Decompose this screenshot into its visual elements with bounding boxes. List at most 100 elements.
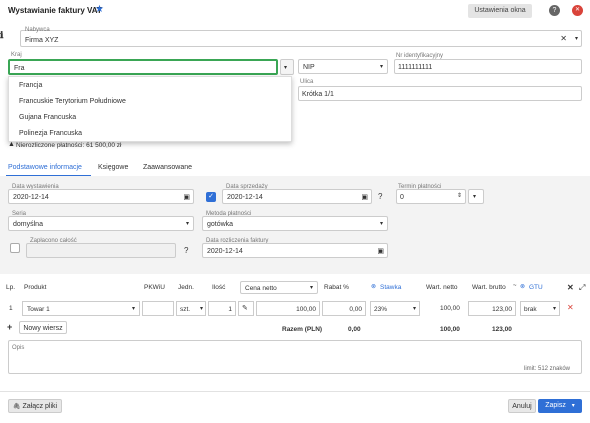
tab-basic[interactable]: Podstawowe informacje: [8, 164, 82, 171]
total-net: 100,00: [440, 326, 460, 333]
chevron-down-icon: ▾: [473, 194, 477, 200]
col-discount: Rabat %: [324, 284, 349, 291]
save-button[interactable]: Zapisz ▾: [538, 399, 582, 413]
nabywca-field[interactable]: Nabywca Firma XYZ ✕ ▾: [20, 27, 582, 47]
net-price-input[interactable]: 100,00: [256, 301, 320, 316]
settlement-date-input[interactable]: 2020-12-14 ▣: [202, 243, 388, 258]
star-icon[interactable]: ★: [95, 4, 104, 15]
gross-value-input[interactable]: 123,00: [468, 301, 516, 316]
cancel-button[interactable]: Anuluj: [508, 399, 536, 413]
pkwiu-input[interactable]: [142, 301, 174, 316]
product-select[interactable]: Towar 1 ▾: [22, 301, 140, 316]
close-icon[interactable]: ✕: [572, 5, 583, 16]
description-textarea[interactable]: Opis: [8, 340, 582, 374]
net-price-select[interactable]: Cena netto ▾: [240, 281, 318, 294]
paid-in-full-help[interactable]: ?: [184, 246, 188, 255]
kraj-dropdown-list: Francja Francuskie Terytorium Południowe…: [8, 76, 292, 142]
kraj-label: Kraj: [11, 52, 22, 58]
unpaid-warning: Nierozliczone płatności: 61 500,00 zł: [16, 142, 122, 149]
gtu-icon: ⊗: [520, 284, 526, 290]
delete-row-icon[interactable]: ✕: [567, 303, 574, 312]
total-label: Razem (PLN): [282, 326, 323, 333]
ulica-input[interactable]: Krótka 1/1: [298, 86, 582, 101]
add-row-button[interactable]: Nowy wiersz: [19, 321, 67, 334]
calendar-icon[interactable]: ▣: [183, 192, 190, 203]
unit-select[interactable]: szt. ▾: [176, 301, 206, 316]
save-label: Zapisz: [545, 402, 566, 409]
total-discount: 0,00: [348, 326, 361, 333]
chevron-down-icon[interactable]: ▾: [572, 403, 575, 409]
calendar-icon[interactable]: ▣: [361, 192, 368, 203]
info-icon[interactable]: ℹ: [0, 30, 3, 41]
vat-rate-select[interactable]: 23% ▾: [370, 301, 420, 316]
attach-files-button[interactable]: 🖇 Załącz pliki: [8, 399, 62, 413]
chevron-down-icon: ▾: [309, 285, 313, 291]
payment-method-select[interactable]: gotówka ▾: [202, 216, 388, 231]
paid-in-full-checkbox[interactable]: [10, 243, 20, 253]
pencil-icon: ✎: [242, 305, 248, 312]
tab-advanced[interactable]: Zaawansowane: [143, 164, 192, 171]
sale-date-value: 2020-12-14: [227, 194, 263, 201]
window-title: Wystawianie faktury VAT: [8, 6, 102, 15]
chevron-down-icon[interactable]: ▾: [575, 34, 578, 45]
sale-date-help[interactable]: ?: [378, 192, 382, 201]
series-value: domyślna: [13, 221, 43, 228]
dropdown-option[interactable]: Polinezja Francuska: [19, 130, 82, 137]
col-gross-value[interactable]: Wart. brutto: [472, 284, 506, 291]
gross-value: 123,00: [492, 306, 512, 313]
nabywca-value: Firma XYZ: [25, 37, 59, 44]
chevron-down-icon: ▾: [552, 306, 556, 312]
vat-rate-value: 23%: [374, 306, 388, 313]
nip-input[interactable]: 1111111111: [394, 59, 582, 74]
discount-value: 0,00: [349, 306, 362, 313]
nip-type-select[interactable]: NIP ▾: [298, 59, 388, 74]
clear-icon[interactable]: ✕: [560, 33, 567, 44]
remove-column-icon[interactable]: ✕: [567, 283, 574, 292]
vat-rate-icon: ⊗: [371, 284, 377, 290]
discount-input[interactable]: 0,00: [322, 301, 366, 316]
dropdown-option[interactable]: Francuskie Terytorium Południowe: [19, 98, 126, 105]
gtu-value: brak: [524, 306, 537, 313]
net-price-value: 100,00: [296, 306, 316, 313]
col-vat-rate[interactable]: Stawka: [380, 284, 401, 291]
expand-icon[interactable]: ⤢: [579, 283, 585, 293]
window-settings-button[interactable]: Ustawienia okna: [468, 4, 532, 18]
sort-icon[interactable]: ~: [513, 283, 517, 289]
stepper-icon[interactable]: ⇕: [457, 191, 462, 202]
settlement-date-value: 2020-12-14: [207, 248, 243, 255]
warning-icon: ▲: [8, 141, 15, 148]
gtu-select[interactable]: brak ▾: [520, 301, 560, 316]
kraj-input[interactable]: Fra: [8, 59, 278, 75]
col-net-value: Wart. netto: [426, 284, 458, 291]
help-icon[interactable]: ?: [549, 5, 560, 16]
col-gtu[interactable]: GTU: [529, 284, 543, 291]
ulica-value: Krótka 1/1: [302, 91, 334, 98]
nip-type-value: NIP: [303, 64, 315, 71]
plus-icon[interactable]: +: [7, 322, 12, 332]
net-price-label: Cena netto: [245, 285, 277, 292]
ulica-label: Ulica: [300, 79, 314, 85]
price-edit-button[interactable]: ✎: [238, 301, 254, 316]
chevron-down-icon: ▾: [199, 306, 203, 312]
net-value: 100,00: [440, 305, 460, 312]
issue-date-input[interactable]: 2020-12-14 ▣: [8, 189, 194, 204]
calendar-icon[interactable]: ▣: [377, 246, 384, 257]
payment-term-value: 0: [400, 194, 404, 201]
quantity-input[interactable]: 1: [208, 301, 236, 316]
payment-term-unit-select[interactable]: ▾: [468, 189, 484, 204]
kraj-dropdown-toggle[interactable]: ▾: [280, 59, 294, 75]
nip-value: 1111111111: [398, 64, 433, 71]
col-lp: Lp.: [6, 284, 16, 291]
dropdown-option[interactable]: Gujana Francuska: [19, 114, 76, 121]
dropdown-option[interactable]: Francja: [19, 82, 42, 89]
payment-term-input[interactable]: 0 ⇕: [396, 189, 466, 204]
chevron-down-icon: ▾: [412, 306, 416, 312]
series-select[interactable]: domyślna ▾: [8, 216, 194, 231]
sale-date-checkbox[interactable]: ✓: [206, 192, 216, 202]
chevron-down-icon: ▾: [379, 221, 383, 227]
col-product: Produkt: [24, 284, 47, 291]
tab-accounting[interactable]: Księgowe: [98, 164, 128, 171]
description-label: Opis: [12, 345, 25, 351]
total-gross: 123,00: [492, 326, 512, 333]
sale-date-input[interactable]: 2020-12-14 ▣: [222, 189, 372, 204]
